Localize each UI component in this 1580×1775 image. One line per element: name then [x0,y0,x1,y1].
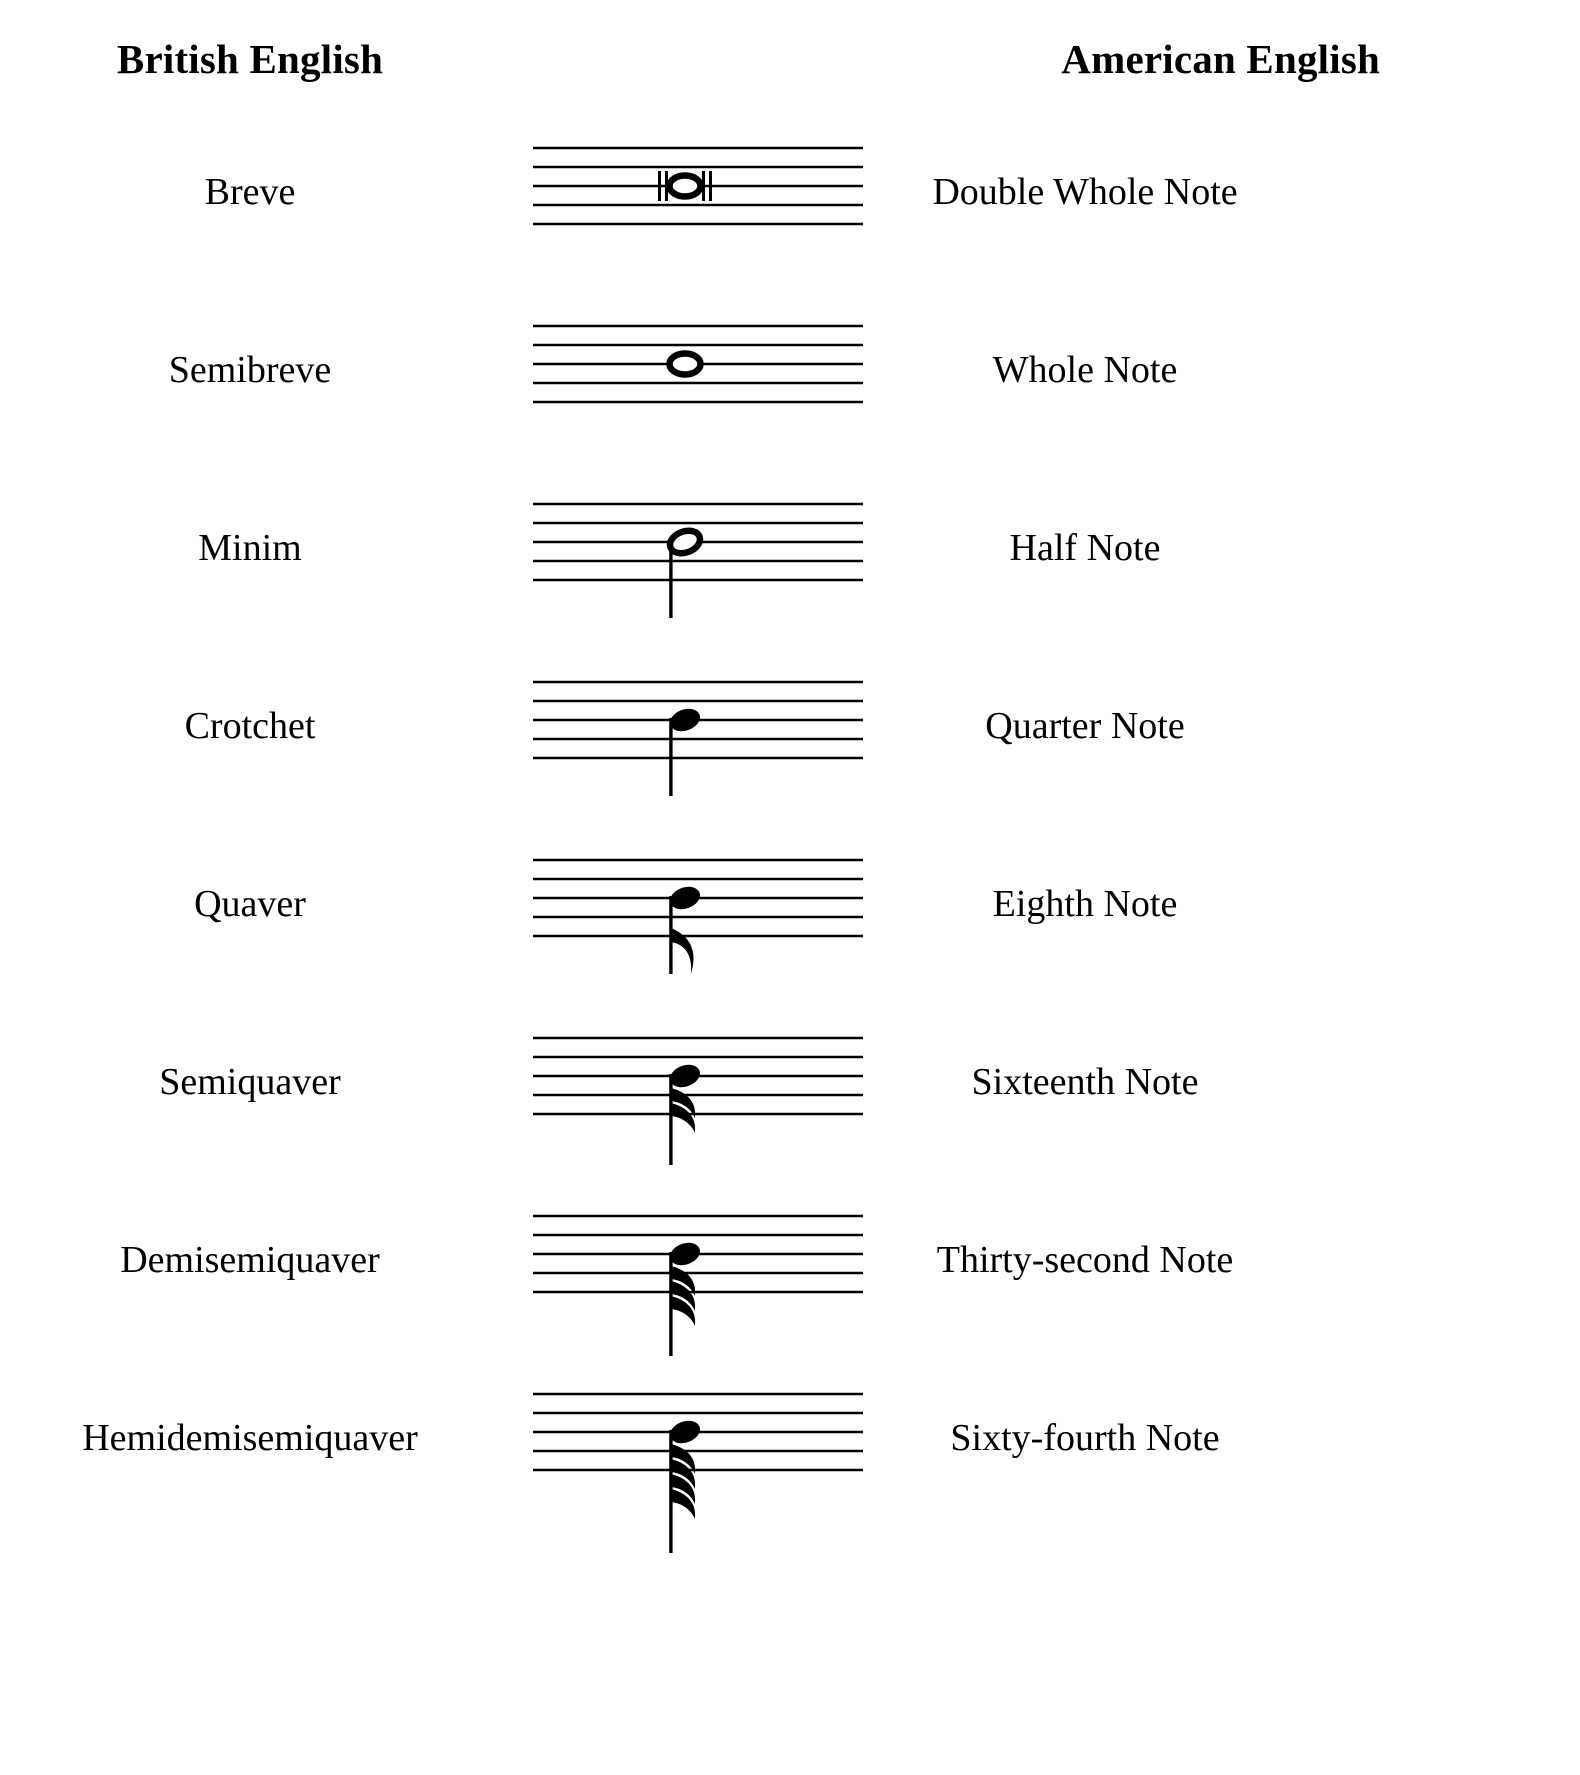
american-name-label: Thirty-second Note [936,1239,1234,1281]
note-glyph-minim [666,527,704,618]
notehead-hollow [666,350,704,378]
table-row: Minim Half Note [0,459,1580,637]
british-name-label: Hemidemisemiquaver [82,1417,418,1459]
american-name-label: Double Whole Note [932,171,1238,213]
american-name-label: Sixty-fourth Note [950,1417,1220,1459]
table-row: Semiquaver Sixteenth Note [0,993,1580,1171]
table-row: Breve Double Whole Note [0,103,1580,281]
british-name-label: Minim [198,527,302,569]
table-row: Hemidemisemiquaver Sixty-fourth Note [0,1349,1580,1553]
note-glyph-quaver [669,886,701,974]
american-name-label: Eighth Note [992,883,1178,925]
british-name-label: Breve [204,171,296,213]
note-glyph-crotchet [669,708,701,796]
table-row: Demisemiquaver Thirty-second Note [0,1171,1580,1356]
notehead-hollow [666,527,704,557]
table-row: Semibreve Whole Note [0,281,1580,459]
british-name-label: Semiquaver [159,1061,341,1103]
american-name-label: Quarter Note [985,705,1185,747]
table-row: Crotchet Quarter Note [0,637,1580,815]
british-name-label: Crotchet [184,705,316,747]
american-name-label: Whole Note [992,349,1178,391]
note-glyph-demisemiquaver [669,1242,701,1356]
british-name-label: Quaver [194,883,306,925]
notehead-hollow [666,172,704,200]
note-glyph-breve [658,171,712,201]
british-name-label: Semibreve [168,349,332,391]
note-value-table: Breve Double Whole Note Semibreve Whole Not… [0,0,1580,1775]
note-glyph-hemidemisemiquaver [669,1420,701,1553]
note-glyph-semibreve [666,350,704,378]
table-row: Quaver Eighth Note [0,815,1580,993]
british-name-label: Demisemiquaver [120,1239,380,1281]
american-name-label: Half Note [1009,527,1161,569]
american-name-label: Sixteenth Note [971,1061,1199,1103]
